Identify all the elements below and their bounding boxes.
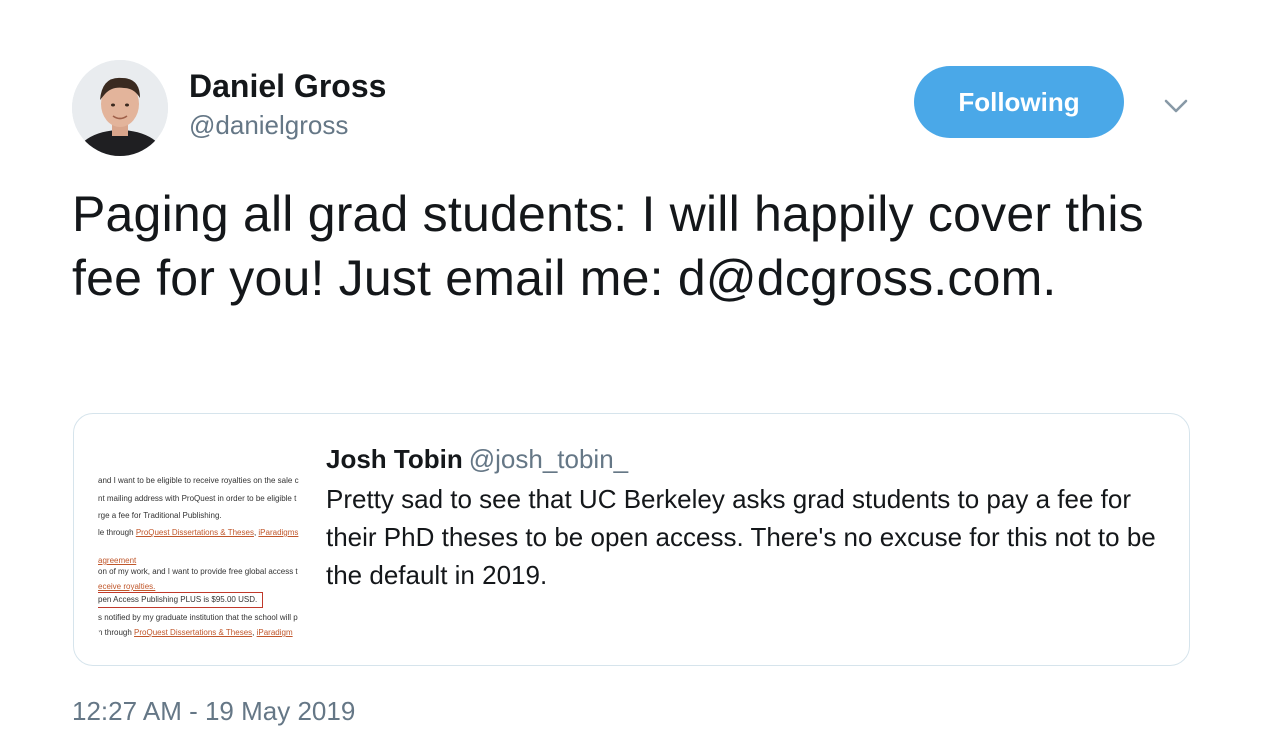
thumbnail-text-line: s notified by my graduate institution th… [98, 613, 298, 622]
thumbnail-text-line: n through ProQuest Dissertations & These… [98, 628, 293, 637]
quoted-tweet-thumbnail: and I want to be eligible to receive roy… [98, 436, 304, 642]
thumbnail-text-line: le through ProQuest Dissertations & Thes… [98, 528, 299, 537]
following-button[interactable]: Following [914, 66, 1124, 138]
thumbnail-link: ProQuest Dissertations & Theses [134, 628, 253, 637]
thumbnail-text-line: agreement [98, 556, 137, 565]
quoted-tweet[interactable]: and I want to be eligible to receive roy… [73, 413, 1190, 666]
thumbnail-text-line: and I want to be eligible to receive roy… [98, 476, 299, 485]
thumbnail-text-line: pen Access Publishing PLUS is $95.00 USD… [98, 595, 258, 604]
thumbnail-link: iParadigm [256, 628, 293, 637]
avatar[interactable] [72, 60, 168, 156]
thumbnail-text-line: nt mailing address with ProQuest in orde… [98, 494, 297, 503]
quoted-author-name: Josh Tobin [326, 444, 463, 474]
quoted-author-handle: @josh_tobin_ [468, 444, 629, 474]
quoted-tweet-text: Pretty sad to see that UC Berkeley asks … [326, 484, 1156, 590]
avatar-image [72, 60, 168, 156]
chevron-down-icon[interactable] [1160, 90, 1192, 122]
tweet-text: Paging all grad students: I will happily… [72, 186, 1144, 306]
thumbnail-text: n through [98, 628, 135, 637]
thumbnail-text-line: rge a fee for Traditional Publishing. [98, 511, 222, 520]
thumbnail-link: iParadigms [258, 528, 299, 537]
thumbnail-text-line: on of my work, and I want to provide fre… [98, 567, 298, 576]
thumbnail-text-line: eceive royalties. [98, 582, 156, 591]
thumbnail-text: le through [98, 528, 136, 537]
author-handle[interactable]: @danielgross [189, 110, 348, 141]
thumbnail-link: ProQuest Dissertations & Theses [135, 528, 254, 537]
tweet-card: Daniel Gross @danielgross Following Pagi… [0, 0, 1264, 752]
quoted-tweet-author: Josh Tobin @josh_tobin_ [326, 444, 628, 475]
tweet-timestamp[interactable]: 12:27 AM - 19 May 2019 [72, 696, 355, 727]
author-name[interactable]: Daniel Gross [189, 68, 386, 105]
